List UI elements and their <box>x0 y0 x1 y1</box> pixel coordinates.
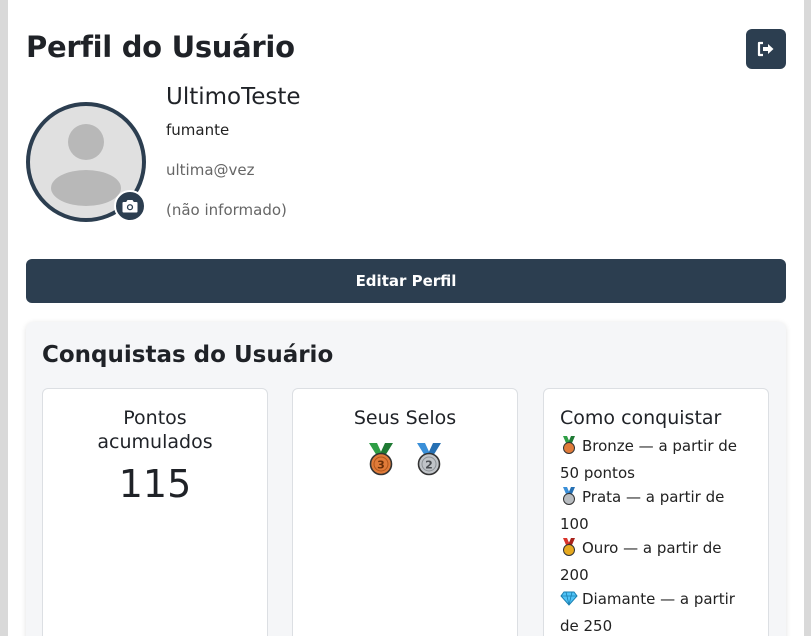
silver-medal-icon <box>560 487 578 512</box>
achievements-panel: Conquistas do Usuário Pontos acumulados … <box>26 322 786 636</box>
camera-icon <box>122 200 138 213</box>
bronze-medal-icon <box>560 436 578 461</box>
list-item: Bronze — a partir de 50 pontos <box>560 434 752 485</box>
user-name: UltimoTeste <box>166 84 301 110</box>
bronze-medal-icon: 3 <box>369 443 393 476</box>
list-item: Ouro — a partir de 200 <box>560 536 752 587</box>
avatar-container <box>26 102 146 222</box>
change-photo-button[interactable] <box>114 190 146 222</box>
points-value: 115 <box>118 462 192 506</box>
points-card: Pontos acumulados 115 <box>42 388 268 636</box>
list-item: Diamante — a partir de 250 <box>560 587 752 636</box>
silver-medal-icon: 2 <box>417 443 441 476</box>
svg-text:3: 3 <box>377 459 385 472</box>
how-to-card: Como conquistar Bronze — a partir de 50 … <box>543 388 769 636</box>
gold-medal-icon <box>560 538 578 563</box>
svg-text:2: 2 <box>425 459 433 472</box>
logout-icon <box>757 41 774 57</box>
user-type: fumante <box>166 121 230 139</box>
profile-page: Perfil do Usuário UltimoTeste fumante ul… <box>8 0 804 636</box>
page-title: Perfil do Usuário <box>26 30 295 64</box>
edit-profile-button[interactable]: Editar Perfil <box>26 259 786 303</box>
how-to-text: Bronze — a partir de 50 pontos <box>560 437 738 482</box>
points-label: Pontos acumulados <box>97 407 213 453</box>
user-extra-info: (não informado) <box>166 201 287 219</box>
seals-card: Seus Selos 3 2 <box>292 388 518 636</box>
achievements-title: Conquistas do Usuário <box>42 342 334 368</box>
badge-list: 3 2 <box>293 442 517 476</box>
list-item: Prata — a partir de 100 <box>560 485 752 536</box>
how-to-label: Como conquistar <box>560 407 722 429</box>
user-email: ultima@vez <box>166 161 255 179</box>
how-to-list: Bronze — a partir de 50 pontos Prata — a… <box>544 434 768 636</box>
logout-button[interactable] <box>746 29 786 69</box>
how-to-text: Prata — a partir de 100 <box>560 488 725 533</box>
how-to-text: Diamante — a partir de 250 <box>560 590 735 635</box>
seals-label: Seus Selos <box>353 407 457 429</box>
how-to-text: Ouro — a partir de 200 <box>560 539 722 584</box>
diamond-icon <box>560 589 578 614</box>
